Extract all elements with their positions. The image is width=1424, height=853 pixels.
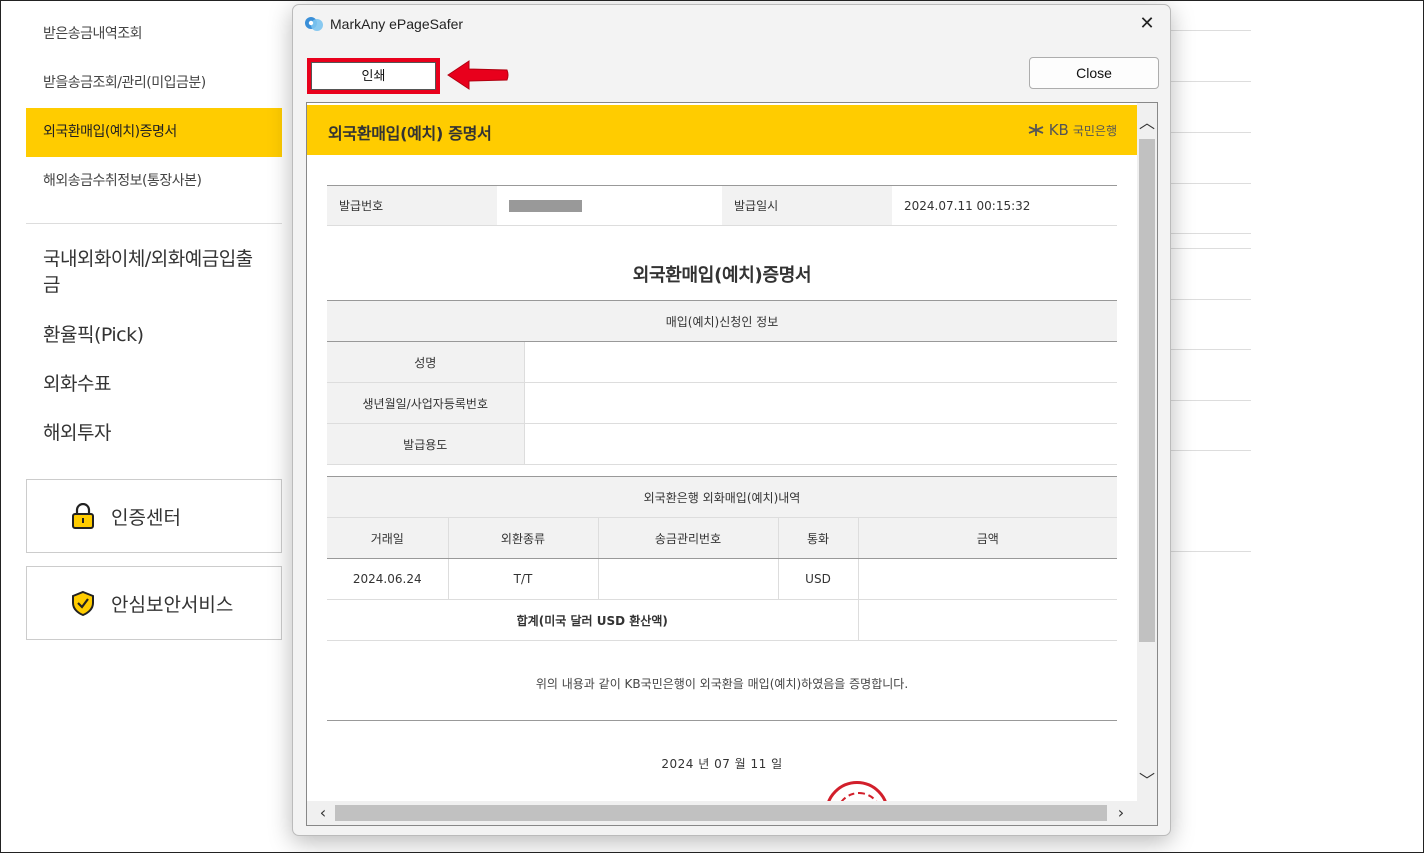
dialog-title: MarkAny ePageSafer [330, 16, 464, 32]
kb-logo-text: KB [1048, 121, 1069, 139]
scrollbar-corner [1137, 801, 1157, 825]
row-type: T/T [448, 558, 599, 600]
horizontal-scroll-thumb[interactable] [335, 805, 1107, 821]
sidebar-item-pending-remittance[interactable]: 받을송금조회/관리(미입금분) [26, 59, 282, 108]
divider [327, 720, 1117, 721]
sidebar: 받은송금내역조회 받을송금조회/관리(미입금분) 외국환매입(예치)증명서 해외… [26, 0, 282, 446]
row-ref [598, 558, 779, 600]
sidebar-item-domestic-fx-transfer[interactable]: 국내외화이체/외화예금입출금 [26, 246, 266, 298]
print-button-label: 인쇄 [311, 62, 436, 90]
horizontal-scrollbar[interactable]: ‹ › [307, 801, 1137, 825]
sidebar-item-rate-pick[interactable]: 환율픽(Pick) [26, 322, 282, 348]
red-arrow-icon [447, 60, 509, 90]
issue-date-value: 2024.07.11 00:15:32 [892, 185, 1117, 226]
issue-date-label: 발급일시 [722, 185, 892, 226]
sidebar-item-fx-certificate[interactable]: 외국환매입(예치)증명서 [26, 108, 282, 157]
epagesafer-dialog: MarkAny ePageSafer ✕ 인쇄 Close 외국환매입(예치) … [292, 4, 1171, 836]
document-header: 외국환매입(예치) 증명서 KB 국민은행 [307, 103, 1137, 155]
sidebar-divider [26, 223, 282, 224]
sidebar-item-received-remittance[interactable]: 받은송금내역조회 [26, 10, 282, 59]
sidebar-item-overseas-receipt-info[interactable]: 해외송금수취정보(통장사본) [26, 157, 282, 206]
background-row-line [1165, 183, 1251, 184]
column-header-type: 외환종류 [448, 517, 599, 559]
column-header-ref: 송금관리번호 [598, 517, 779, 559]
column-header-currency: 통화 [778, 517, 859, 559]
applicant-section-title: 매입(예치)신청인 정보 [327, 300, 1117, 342]
background-row-line [1165, 132, 1251, 133]
document-date: 2024 년 07 월 11 일 [661, 757, 783, 771]
print-button[interactable]: 인쇄 [307, 58, 440, 94]
background-row-line [1165, 349, 1251, 350]
security-service-label: 안심보안서비스 [111, 593, 234, 616]
background-row-line [1165, 233, 1251, 234]
redacted-block [509, 200, 582, 212]
close-icon[interactable]: ✕ [1136, 13, 1158, 35]
kb-bank-logo: KB 국민은행 [1027, 121, 1117, 139]
cert-center-label: 인증센터 [111, 506, 181, 529]
certificate-document: 외국환매입(예치) 증명서 KB 국민은행 발급번호 발급일시 2024.07.… [307, 103, 1137, 803]
background-row-line [1165, 299, 1251, 300]
cert-center-card[interactable]: 인증센터 [26, 479, 282, 553]
lock-icon [72, 503, 94, 529]
document-header-title: 외국환매입(예치) 증명서 [328, 124, 492, 143]
issue-purpose-value [524, 423, 1117, 465]
issue-number-label: 발급번호 [327, 185, 497, 226]
applicant-name-value [524, 341, 1117, 383]
background-row-line [1165, 551, 1251, 552]
bank-seal-stamp [825, 781, 889, 803]
shield-check-icon [72, 590, 94, 616]
scroll-down-icon[interactable]: ﹀ [1137, 767, 1157, 795]
applicant-name-label: 성명 [327, 341, 525, 383]
issue-number-value [497, 185, 722, 226]
issue-meta-table: 발급번호 발급일시 2024.07.11 00:15:32 [327, 185, 1117, 226]
transaction-table: 외국환은행 외화매입(예치)내역 거래일 외환종류 송금관리번호 통화 금액 2… [327, 476, 1117, 641]
vertical-scroll-thumb[interactable] [1139, 139, 1155, 642]
dialog-titlebar[interactable]: MarkAny ePageSafer [293, 5, 1170, 43]
total-label: 합계(미국 달러 USD 환산액) [327, 599, 859, 641]
background-row-line [1165, 30, 1251, 31]
applicant-info-table: 매입(예치)신청인 정보 성명 생년월일/사업자등록번호 발급용도 [327, 300, 1117, 465]
issue-purpose-label: 발급용도 [327, 423, 525, 465]
transaction-section-title: 외국환은행 외화매입(예치)내역 [327, 476, 1117, 518]
total-value [858, 599, 1117, 641]
background-row-line [1165, 400, 1251, 401]
table-row: 2024.06.24 T/T USD [327, 558, 1117, 600]
total-row: 합계(미국 달러 USD 환산액) [327, 599, 1117, 641]
scroll-up-icon[interactable]: ︿ [1137, 109, 1157, 137]
row-currency: USD [778, 558, 859, 600]
certification-statement: 위의 내용과 같이 KB국민은행이 외국환을 매입(예치)하였음을 증명합니다. [535, 677, 909, 691]
background-row-line [1165, 248, 1251, 249]
sidebar-item-fx-check[interactable]: 외화수표 [26, 371, 282, 397]
row-date: 2024.06.24 [327, 558, 449, 600]
applicant-birthdate-value [524, 382, 1117, 424]
column-header-amount: 금액 [858, 517, 1117, 559]
markany-app-icon [305, 17, 323, 31]
kb-bank-name: 국민은행 [1072, 123, 1117, 138]
vertical-scrollbar[interactable]: ︿ ﹀ [1137, 103, 1157, 803]
document-viewer[interactable]: 외국환매입(예치) 증명서 KB 국민은행 발급번호 발급일시 2024.07.… [306, 102, 1158, 826]
certificate-title: 외국환매입(예치)증명서 [632, 265, 812, 286]
row-amount [858, 558, 1117, 600]
kb-star-icon [1028, 124, 1044, 136]
scroll-right-icon[interactable]: › [1109, 801, 1133, 825]
background-row-line [1165, 81, 1251, 82]
column-header-date: 거래일 [327, 517, 449, 559]
background-row-line [1165, 450, 1251, 451]
applicant-birthdate-label: 생년월일/사업자등록번호 [327, 382, 525, 424]
scroll-left-icon[interactable]: ‹ [311, 801, 335, 825]
sidebar-item-overseas-investment[interactable]: 해외투자 [26, 420, 282, 446]
security-service-card[interactable]: 안심보안서비스 [26, 566, 282, 640]
close-button[interactable]: Close [1029, 57, 1159, 89]
